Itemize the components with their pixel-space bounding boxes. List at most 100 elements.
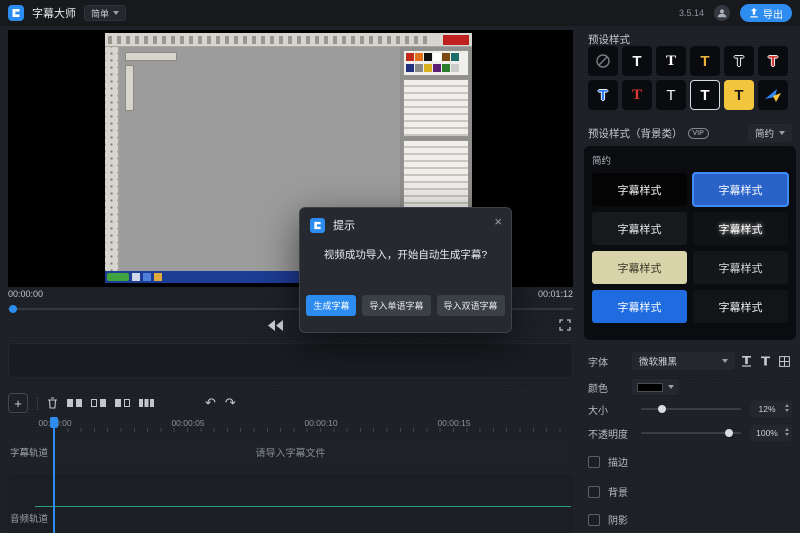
background-checkbox[interactable] [588,486,600,498]
style-card-label: 字幕样式 [618,299,662,315]
bg-presets-row: 预设样式（背景类） VIP 简约 [588,124,792,142]
preset-style[interactable]: T [622,46,652,76]
size-value-stepper[interactable]: 12% [750,401,792,417]
subtitle-track-placeholder: 请导入字幕文件 [8,444,573,459]
opacity-value-stepper[interactable]: 100% [750,425,792,441]
audio-track[interactable]: 音频轨道 [8,475,573,533]
style-card[interactable]: 字幕样式 [693,290,788,323]
export-button[interactable]: 导出 [740,4,792,22]
preset-style[interactable]: T [724,80,754,110]
style-card[interactable]: 字幕样式 [592,290,687,323]
font-label: 字体 [588,354,632,369]
opacity-row: 不透明度 100% [588,424,792,442]
text-grid-icon[interactable] [777,354,792,369]
playhead-handle[interactable] [50,417,58,428]
style-card[interactable]: 字幕样式 [693,173,788,206]
stepper-arrows-icon[interactable] [785,428,789,436]
duration: 00:01:12 [538,289,573,299]
circle-slash-icon [595,53,611,69]
screenshot-toolbar [105,33,472,47]
clip-batch-icon[interactable] [139,398,154,408]
background-checkbox-row[interactable]: 背景 [588,484,628,499]
outline-checkbox-row[interactable]: 描边 [588,454,628,469]
vip-badge: VIP [688,128,709,139]
style-card-label: 字幕样式 [719,260,763,276]
color-dropdown[interactable] [632,379,679,395]
opacity-slider-knob[interactable] [725,429,733,437]
stepper-arrows-icon[interactable] [785,404,789,412]
style-card-label: 字幕样式 [618,221,662,237]
screenshot-red-badge [443,35,469,45]
dialog-buttons: 生成字幕 导入单语字幕 导入双语字幕 [300,295,511,316]
ruler-time-label: 00:00:10 [304,418,337,428]
text-t-icon[interactable] [758,354,773,369]
subtitle-preview-strip [8,343,573,378]
size-slider-knob[interactable] [658,405,666,413]
add-subtitle-button[interactable] [8,393,28,413]
clip-merge-left-icon[interactable] [91,398,106,408]
mode-dropdown[interactable]: 简单 [84,5,126,21]
opacity-slider[interactable] [641,432,741,434]
import-dual-subtitles-button[interactable]: 导入双语字幕 [437,295,505,316]
shadow-checkbox-row[interactable]: 阴影 [588,512,628,527]
font-dropdown[interactable]: 微软雅黑 [632,352,735,370]
timeline-toolbar [8,392,236,414]
current-time: 00:00:00 [8,289,43,299]
preset-style[interactable]: T [656,80,686,110]
style-card[interactable]: 字幕样式 [693,212,788,245]
close-icon[interactable] [494,215,502,228]
preset-style[interactable]: T [690,46,720,76]
clip-split-icon[interactable] [67,398,82,408]
screenshot-start-button [107,273,129,281]
trash-icon[interactable] [47,397,58,409]
style-card[interactable]: 字幕样式 [592,212,687,245]
preset-style[interactable]: T [758,46,788,76]
user-avatar-icon[interactable] [714,5,730,21]
style-section: 简约 字幕样式 字幕样式 字幕样式 字幕样式 字幕样式 字幕样式 字幕样式 字幕… [584,146,796,340]
opacity-label: 不透明度 [588,426,632,441]
import-mono-subtitles-button[interactable]: 导入单语字幕 [362,295,430,316]
seek-handle[interactable] [9,305,17,313]
shadow-checkbox[interactable] [588,514,600,526]
undo-icon[interactable] [205,395,216,411]
category-dropdown[interactable]: 简约 [748,124,792,142]
color-row: 颜色 [588,378,792,396]
preset-style[interactable]: T [588,80,618,110]
redo-icon[interactable] [225,395,236,411]
export-label: 导出 [763,6,783,21]
subtitle-track[interactable]: 字幕轨道 请导入字幕文件 [8,436,573,467]
style-card[interactable]: 字幕样式 [592,251,687,284]
topbar-right: 3.5.14 导出 [679,4,792,22]
playhead[interactable] [53,417,55,533]
style-section-title: 简约 [592,153,788,167]
background-checkbox-label: 背景 [608,484,628,499]
size-slider[interactable] [641,408,741,410]
text-t-underline-icon[interactable] [739,354,754,369]
outline-checkbox[interactable] [588,456,600,468]
timeline-ruler[interactable]: 00:00:00 00:00:05 00:00:10 00:00:15 [8,417,573,433]
preset-style[interactable]: T [690,80,720,110]
toolbar-divider [37,397,38,410]
generate-subtitles-button[interactable]: 生成字幕 [306,295,356,316]
preset-style[interactable]: T [622,80,652,110]
preset-none[interactable] [588,46,618,76]
clip-merge-right-icon[interactable] [115,398,130,408]
origami-icon [764,87,782,103]
fullscreen-icon[interactable] [559,319,571,331]
style-panel: 预设样式 T T T T T T T T T T 预设样式（背景类） VIP 简… [580,26,800,533]
style-card-label: 字幕样式 [618,260,662,276]
rewind-button[interactable] [268,320,283,331]
style-cards: 字幕样式 字幕样式 字幕样式 字幕样式 字幕样式 字幕样式 字幕样式 字幕样式 [592,173,788,323]
screenshot-float-palette [125,65,134,111]
style-card-label: 字幕样式 [719,299,763,315]
preset-style[interactable]: T [656,46,686,76]
color-label: 颜色 [588,380,632,395]
preset-style[interactable]: T [724,46,754,76]
style-card[interactable]: 字幕样式 [693,251,788,284]
style-card[interactable]: 字幕样式 [592,173,687,206]
preset-custom[interactable] [758,80,788,110]
size-value: 12% [758,404,775,414]
size-row: 大小 12% [588,400,792,418]
audio-waveform-line [35,506,571,507]
opacity-value: 100% [756,428,778,438]
